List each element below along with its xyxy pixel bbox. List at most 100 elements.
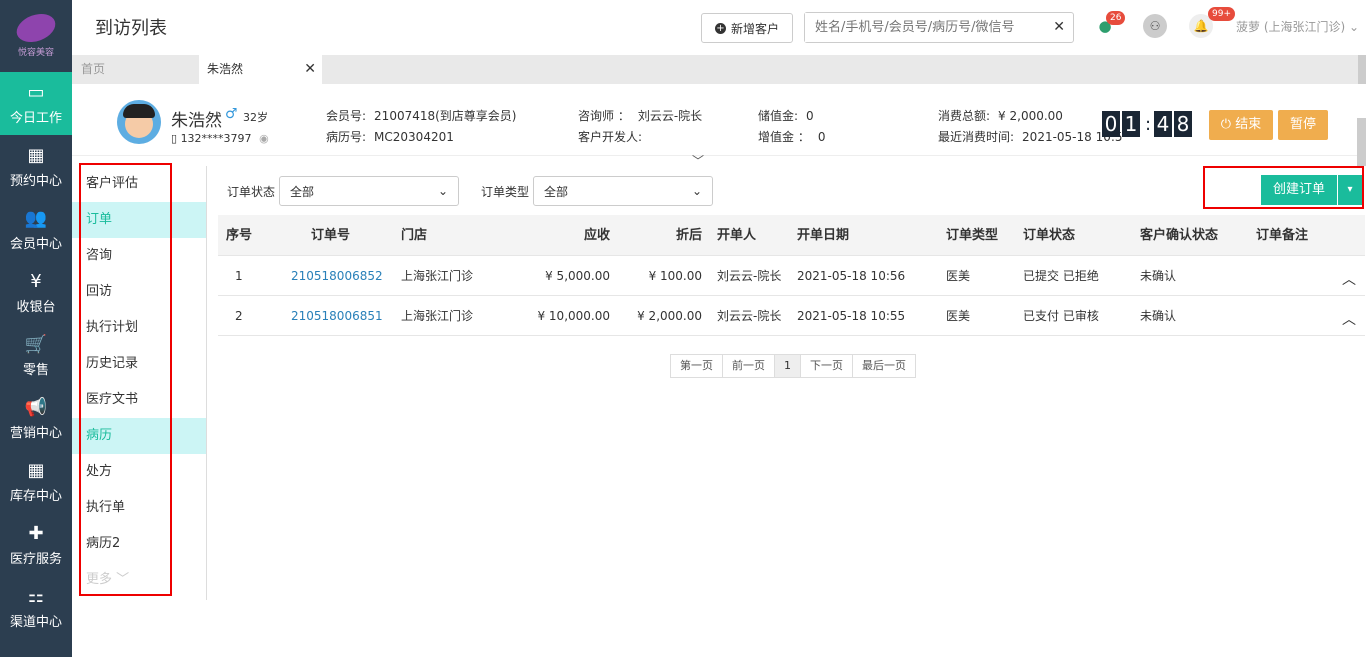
users-icon: 👥 — [24, 207, 48, 229]
order-type-value: 全部 — [544, 184, 569, 199]
tab-current[interactable]: 朱浩然 ✕ — [199, 55, 322, 84]
phone-number: 132****3797 — [180, 132, 252, 145]
end-label: 结束 — [1235, 117, 1262, 132]
search-input[interactable] — [805, 13, 1035, 42]
chevron-down-icon: ⌄ — [691, 184, 703, 198]
end-button[interactable]: ⏻ 结束 — [1209, 110, 1273, 140]
sidebar-item-label: 收银台 — [16, 299, 56, 315]
chevron-down-icon: ⌄ — [437, 184, 449, 198]
table-header: 序号 订单号 门店 应收 折后 开单人 开单日期 订单类型 订单状态 客户确认状态 订单备注 — [218, 215, 1365, 256]
record-value: MC20304201 — [374, 130, 454, 144]
chevron-down-icon[interactable]: ﹀ — [692, 152, 704, 169]
sidebar-item[interactable]: 👥 会员中心 — [0, 198, 72, 261]
chevron-up-icon[interactable]: ︿ — [1342, 296, 1356, 344]
patient-header: 朱浩然 ♂ 32岁 ▯ 132****3797 ◉ 会员号: 21007418(到… — [72, 84, 1366, 168]
tab-bar: 首页 朱浩然 ✕ — [72, 55, 1366, 84]
user-menu[interactable]: 菠萝 (上海张江门诊) ⌄ — [1236, 18, 1359, 35]
developer-label: 客户开发人: — [578, 130, 643, 144]
user-label: 菠萝 (上海张江门诊) — [1236, 20, 1346, 34]
scrollbar[interactable] — [1357, 118, 1366, 166]
cell-order[interactable]: 210518006851 — [291, 296, 383, 336]
current-page[interactable]: 1 — [775, 355, 801, 377]
sidebar-item-label: 预约中心 — [9, 173, 62, 189]
clear-icon[interactable]: ✕ — [1053, 19, 1065, 35]
prev-page-button[interactable]: 前一页 — [723, 355, 775, 377]
table-row[interactable]: 1 210518006852 上海张江门诊 ¥ 5,000.00 ¥ 100.00 刘云云… — [218, 256, 1365, 296]
logo: 悦容美容 — [0, 0, 72, 72]
order-status-select[interactable]: 全部 ⌄ — [279, 176, 460, 206]
topbar: 到访列表 + 新增客户 ✕ ● 26 ⚇ 🔔 99+ 菠萝 (上海张江门诊) ⌄ — [72, 0, 1366, 55]
scrollbar-top[interactable] — [1358, 55, 1366, 87]
avatar-hair — [123, 104, 155, 118]
sidebar: 悦容美容 ▭ 今日工作 ▦ 预约中心 👥 会员中心 ¥ 收银台 🛒 零售 📢 营销中心 ▦ 库存中心 ✚ 医疗… — [0, 0, 72, 657]
avatar — [117, 100, 161, 144]
table-row[interactable]: 2 210518006851 上海张江门诊 ¥ 10,000.00 ¥ 2,000.00… — [218, 296, 1365, 336]
chevron-down-icon: ⌄ — [1349, 20, 1360, 34]
close-icon[interactable]: ✕ — [304, 55, 316, 84]
sidebar-item[interactable]: ▦ 预约中心 — [0, 135, 72, 198]
cell-status: 已提交 已拒绝 — [1023, 269, 1099, 283]
notify-badge: 99+ — [1208, 7, 1235, 21]
stored-amount: 0 — [806, 109, 814, 123]
member-label: 会员号: — [326, 109, 367, 123]
cell-date: 2021-05-18 10:56 — [797, 269, 906, 283]
sidebar-item[interactable]: ⚏ 渠道中心 — [0, 576, 72, 639]
member-value: 21007418(到店尊享会员) — [374, 109, 517, 123]
grid-icon: ▦ — [27, 459, 45, 481]
last-page-button[interactable]: 最后一页 — [853, 355, 915, 377]
cell-type: 医美 — [946, 309, 971, 323]
total-label: 消费总额: — [938, 109, 991, 123]
consultant-value: 刘云云-院长 — [637, 109, 703, 123]
last-label: 最近消费时间: — [938, 130, 1015, 144]
column-header: 序号 — [226, 228, 253, 243]
bonus-label: 增值金 ： — [758, 130, 810, 144]
sidebar-item[interactable]: ▭ 今日工作 — [0, 72, 72, 135]
sidebar-item-label: 会员中心 — [9, 236, 62, 252]
column-header: 门店 — [401, 228, 428, 243]
sidebar-item-label: 零售 — [22, 362, 49, 378]
cell-disc: ¥ 2,000.00 — [637, 309, 702, 323]
timer: 0 1 : 4 8 — [1102, 111, 1194, 137]
sidebar-item[interactable]: 📢 营销中心 — [0, 387, 72, 450]
bonus-amount: 0 — [817, 130, 826, 144]
order-status-label: 订单状态 — [227, 184, 276, 199]
sidebar-item[interactable]: ▦ 库存中心 — [0, 450, 72, 513]
group-icon[interactable]: ⚇ — [1143, 14, 1167, 38]
pause-button[interactable]: 暂停 — [1278, 110, 1328, 140]
highlight-box-menu — [79, 163, 172, 596]
sidebar-item[interactable]: 🛒 零售 — [0, 324, 72, 387]
patient-age: 32岁 — [243, 111, 268, 124]
cell-no: 2 — [235, 309, 243, 323]
cell-opener: 刘云云-院长 — [717, 269, 782, 283]
logo-mark — [12, 8, 60, 47]
column-header: 订单类型 — [946, 228, 999, 243]
tab-home[interactable]: 首页 — [81, 55, 105, 84]
sidebar-item-label: 医疗服务 — [9, 551, 62, 567]
consultant: 咨询师 ： 刘云云-院长 — [578, 107, 702, 124]
timer-digit: 0 — [1102, 111, 1120, 137]
eye-icon[interactable]: ◉ — [259, 132, 269, 145]
highlight-box-create — [1203, 166, 1364, 209]
cell-no: 1 — [235, 269, 243, 283]
bonus-value: 增值金 ： 0 — [758, 128, 825, 145]
timer-digit: 8 — [1174, 111, 1192, 137]
timer-digit: 1 — [1122, 111, 1140, 137]
cell-order[interactable]: 210518006852 — [291, 256, 383, 296]
cell-disc: ¥ 100.00 — [648, 269, 702, 283]
cell-due: ¥ 5,000.00 — [545, 269, 610, 283]
timer-colon: : — [1144, 113, 1152, 135]
cell-status: 已支付 已审核 — [1023, 309, 1099, 323]
next-page-button[interactable]: 下一页 — [801, 355, 853, 377]
column-header: 客户确认状态 — [1140, 228, 1219, 243]
total-spend: 消费总额: ¥ 2,000.00 — [938, 107, 1063, 124]
first-page-button[interactable]: 第一页 — [671, 355, 723, 377]
order-type-select[interactable]: 全部 ⌄ — [533, 176, 714, 206]
stored-label: 储值金: — [758, 109, 799, 123]
cell-type: 医美 — [946, 269, 971, 283]
add-customer-button[interactable]: + 新增客户 — [701, 13, 793, 43]
yen-icon: ¥ — [30, 270, 42, 292]
sidebar-item[interactable]: ✚ 医疗服务 — [0, 513, 72, 576]
cell-due: ¥ 10,000.00 — [537, 309, 610, 323]
sidebar-item[interactable]: ¥ 收银台 — [0, 261, 72, 324]
search-box: ✕ — [804, 12, 1074, 43]
